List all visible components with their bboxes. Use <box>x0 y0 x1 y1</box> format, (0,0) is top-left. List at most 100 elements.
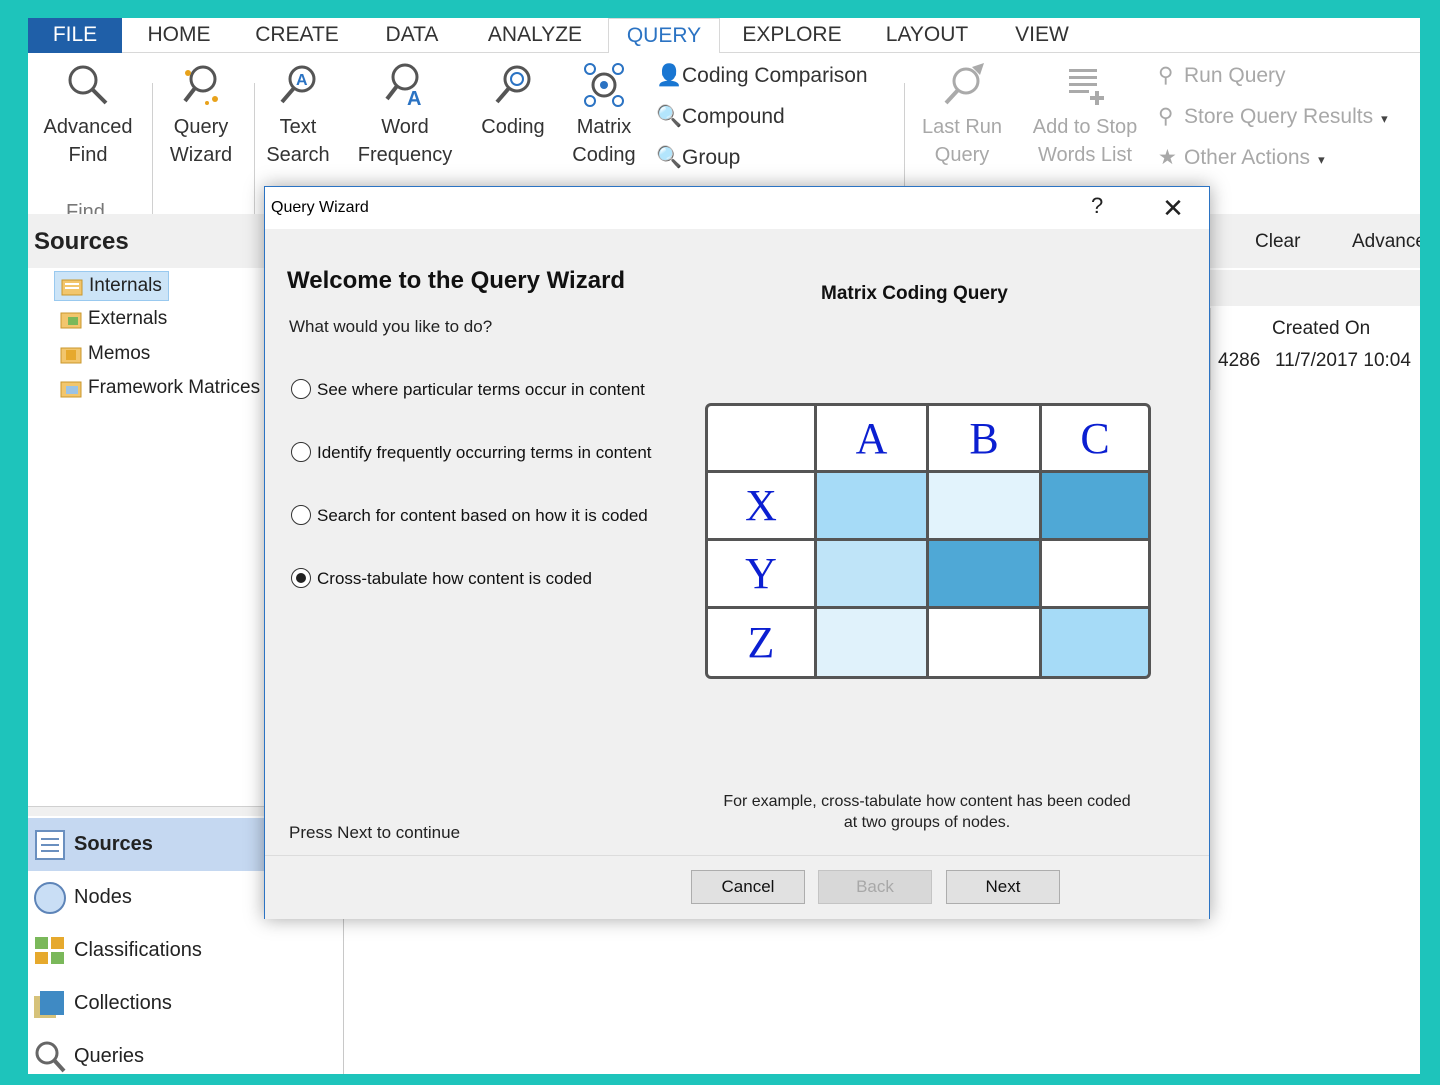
navigation-title: Sources <box>34 228 129 255</box>
tree-item-externals[interactable]: Externals <box>54 305 173 335</box>
workspace-queries[interactable]: Queries <box>28 1030 344 1074</box>
tab-data[interactable]: DATA <box>372 18 452 53</box>
folder-icon <box>60 381 82 398</box>
add-to-stop-words-label-2: Words List <box>1037 144 1133 166</box>
folder-icon <box>60 347 82 364</box>
back-button[interactable]: Back <box>818 870 932 904</box>
radio-button[interactable] <box>291 442 311 463</box>
radio-button-selected[interactable] <box>291 568 311 589</box>
dialog-title: Query Wizard <box>271 199 369 216</box>
svg-text:A: A <box>296 72 308 89</box>
group-separator <box>152 83 153 223</box>
matrix-cell <box>929 473 1039 538</box>
advanced-find-label-2: Find <box>68 144 108 166</box>
last-run-query-label-1: Last Run <box>921 116 1003 138</box>
other-actions-label: Other Actions <box>1184 146 1311 169</box>
word-frequency-label-2: Frequency <box>357 144 453 166</box>
help-button[interactable]: ? <box>1091 193 1103 219</box>
wizard-magnifier-icon <box>183 65 218 105</box>
cancel-button[interactable]: Cancel <box>691 870 805 904</box>
tree-item-memos[interactable]: Memos <box>54 340 156 370</box>
dropdown-arrow-icon: ▾ <box>1318 152 1325 167</box>
tree-item-label: Internals <box>89 275 162 296</box>
matrix-row-header: Z <box>708 609 814 676</box>
compound-query-button[interactable]: 🔍Compound <box>656 100 785 134</box>
text-search-button[interactable]: A Text Search <box>262 61 334 169</box>
close-icon[interactable]: ✕ <box>1161 193 1185 224</box>
matrix-cell <box>1042 473 1148 538</box>
store-query-results-button[interactable]: ⚲ Store Query Results ▾ <box>1158 100 1388 134</box>
last-run-query-icon <box>944 63 984 105</box>
query-wizard-button[interactable]: Query Wizard <box>160 61 242 169</box>
group-query-button[interactable]: 🔍Group <box>656 141 740 175</box>
word-frequency-button[interactable]: A Word Frequency <box>350 61 460 169</box>
tree-item-framework-matrices[interactable]: Framework Matrices <box>54 374 266 404</box>
option-see-terms[interactable]: See where particular terms occur in cont… <box>291 379 645 401</box>
advanced-find-button[interactable]: Advanced Find <box>34 61 142 169</box>
group-separator <box>254 83 255 223</box>
workspace-classifications[interactable]: Classifications <box>28 924 344 977</box>
text-search-icon: A <box>280 65 316 104</box>
option-cross-tabulate[interactable]: Cross-tabulate how content is coded <box>291 568 592 590</box>
dialog-titlebar: Query Wizard ? ✕ <box>265 187 1209 229</box>
tab-analyze[interactable]: ANALYZE <box>480 18 590 53</box>
option-label: See where particular terms occur in cont… <box>317 380 645 399</box>
text-search-label-2: Search <box>266 144 330 166</box>
tab-view[interactable]: VIEW <box>1008 18 1076 53</box>
tab-create[interactable]: CREATE <box>250 18 344 53</box>
queries-icon <box>35 1041 66 1073</box>
workspace-label: Collections <box>74 992 172 1014</box>
preview-title: Matrix Coding Query <box>821 283 1008 304</box>
caption-line-1: For example, cross-tabulate how content … <box>723 793 1131 810</box>
matrix-cell <box>1042 609 1148 676</box>
star-icon: ★ <box>1158 146 1177 170</box>
advanced-find-link[interactable]: Advance <box>1352 231 1420 253</box>
dialog-heading: Welcome to the Query Wizard <box>287 267 626 294</box>
matrix-corner-cell <box>708 406 814 470</box>
tab-file[interactable]: FILE <box>28 18 122 53</box>
coding-comparison-button[interactable]: 👤Coding Comparison <box>656 59 868 93</box>
tab-layout[interactable]: LAYOUT <box>874 18 980 53</box>
tab-home[interactable]: HOME <box>134 18 224 53</box>
column-divider <box>1210 308 1211 390</box>
next-button[interactable]: Next <box>946 870 1060 904</box>
svg-text:A: A <box>407 88 421 109</box>
matrix-cell <box>817 609 926 676</box>
collections-icon <box>34 991 64 1018</box>
column-header-created-on[interactable]: Created On <box>1272 318 1370 340</box>
tree-item-internals[interactable]: Internals <box>54 271 169 301</box>
run-query-button[interactable]: ⚲ Run Query <box>1158 59 1286 93</box>
workspace-label: Queries <box>74 1045 145 1067</box>
other-actions-button[interactable]: ★ Other Actions ▾ <box>1158 141 1325 175</box>
stop-words-list-icon <box>1069 69 1104 105</box>
coding-query-button[interactable]: Coding <box>474 61 552 141</box>
matrix-column-header: A <box>817 406 926 470</box>
coding-query-icon <box>495 65 531 104</box>
workspace-label: Nodes <box>74 886 132 908</box>
tree-item-label: Memos <box>88 343 151 364</box>
radio-button[interactable] <box>291 379 311 400</box>
matrix-coding-icon <box>584 63 624 107</box>
run-query-icon: ⚲ <box>1158 64 1174 88</box>
clear-button[interactable]: Clear <box>1255 231 1300 253</box>
folder-icon <box>60 312 82 329</box>
matrix-coding-button[interactable]: Matrix Coding <box>562 61 646 169</box>
add-to-stop-words-button[interactable]: Add to Stop Words List <box>1022 61 1148 169</box>
matrix-cell <box>929 541 1039 606</box>
dialog-footer: Cancel Back Next <box>265 855 1209 919</box>
workspace-collections[interactable]: Collections <box>28 977 344 1030</box>
radio-button[interactable] <box>291 505 311 526</box>
coding-query-label: Coding <box>481 116 545 138</box>
query-wizard-dialog: Query Wizard ? ✕ Welcome to the Query Wi… <box>264 186 1210 919</box>
continue-hint: Press Next to continue <box>289 823 461 842</box>
option-search-coded[interactable]: Search for content based on how it is co… <box>291 505 648 527</box>
option-frequent-terms[interactable]: Identify frequently occurring terms in c… <box>291 442 652 464</box>
matrix-illustration: ABC XYZ <box>705 403 1151 679</box>
last-run-query-button[interactable]: Last Run Query <box>914 61 1010 169</box>
preview-caption: For example, cross-tabulate how content … <box>695 791 1159 833</box>
cell-reference-count: 4286 <box>1218 350 1261 371</box>
tab-explore[interactable]: EXPLORE <box>740 18 844 53</box>
cell-created-on: 11/7/2017 10:04 <box>1275 350 1411 371</box>
tab-query[interactable]: QUERY <box>608 18 720 54</box>
add-to-stop-words-label-1: Add to Stop <box>1032 116 1138 138</box>
